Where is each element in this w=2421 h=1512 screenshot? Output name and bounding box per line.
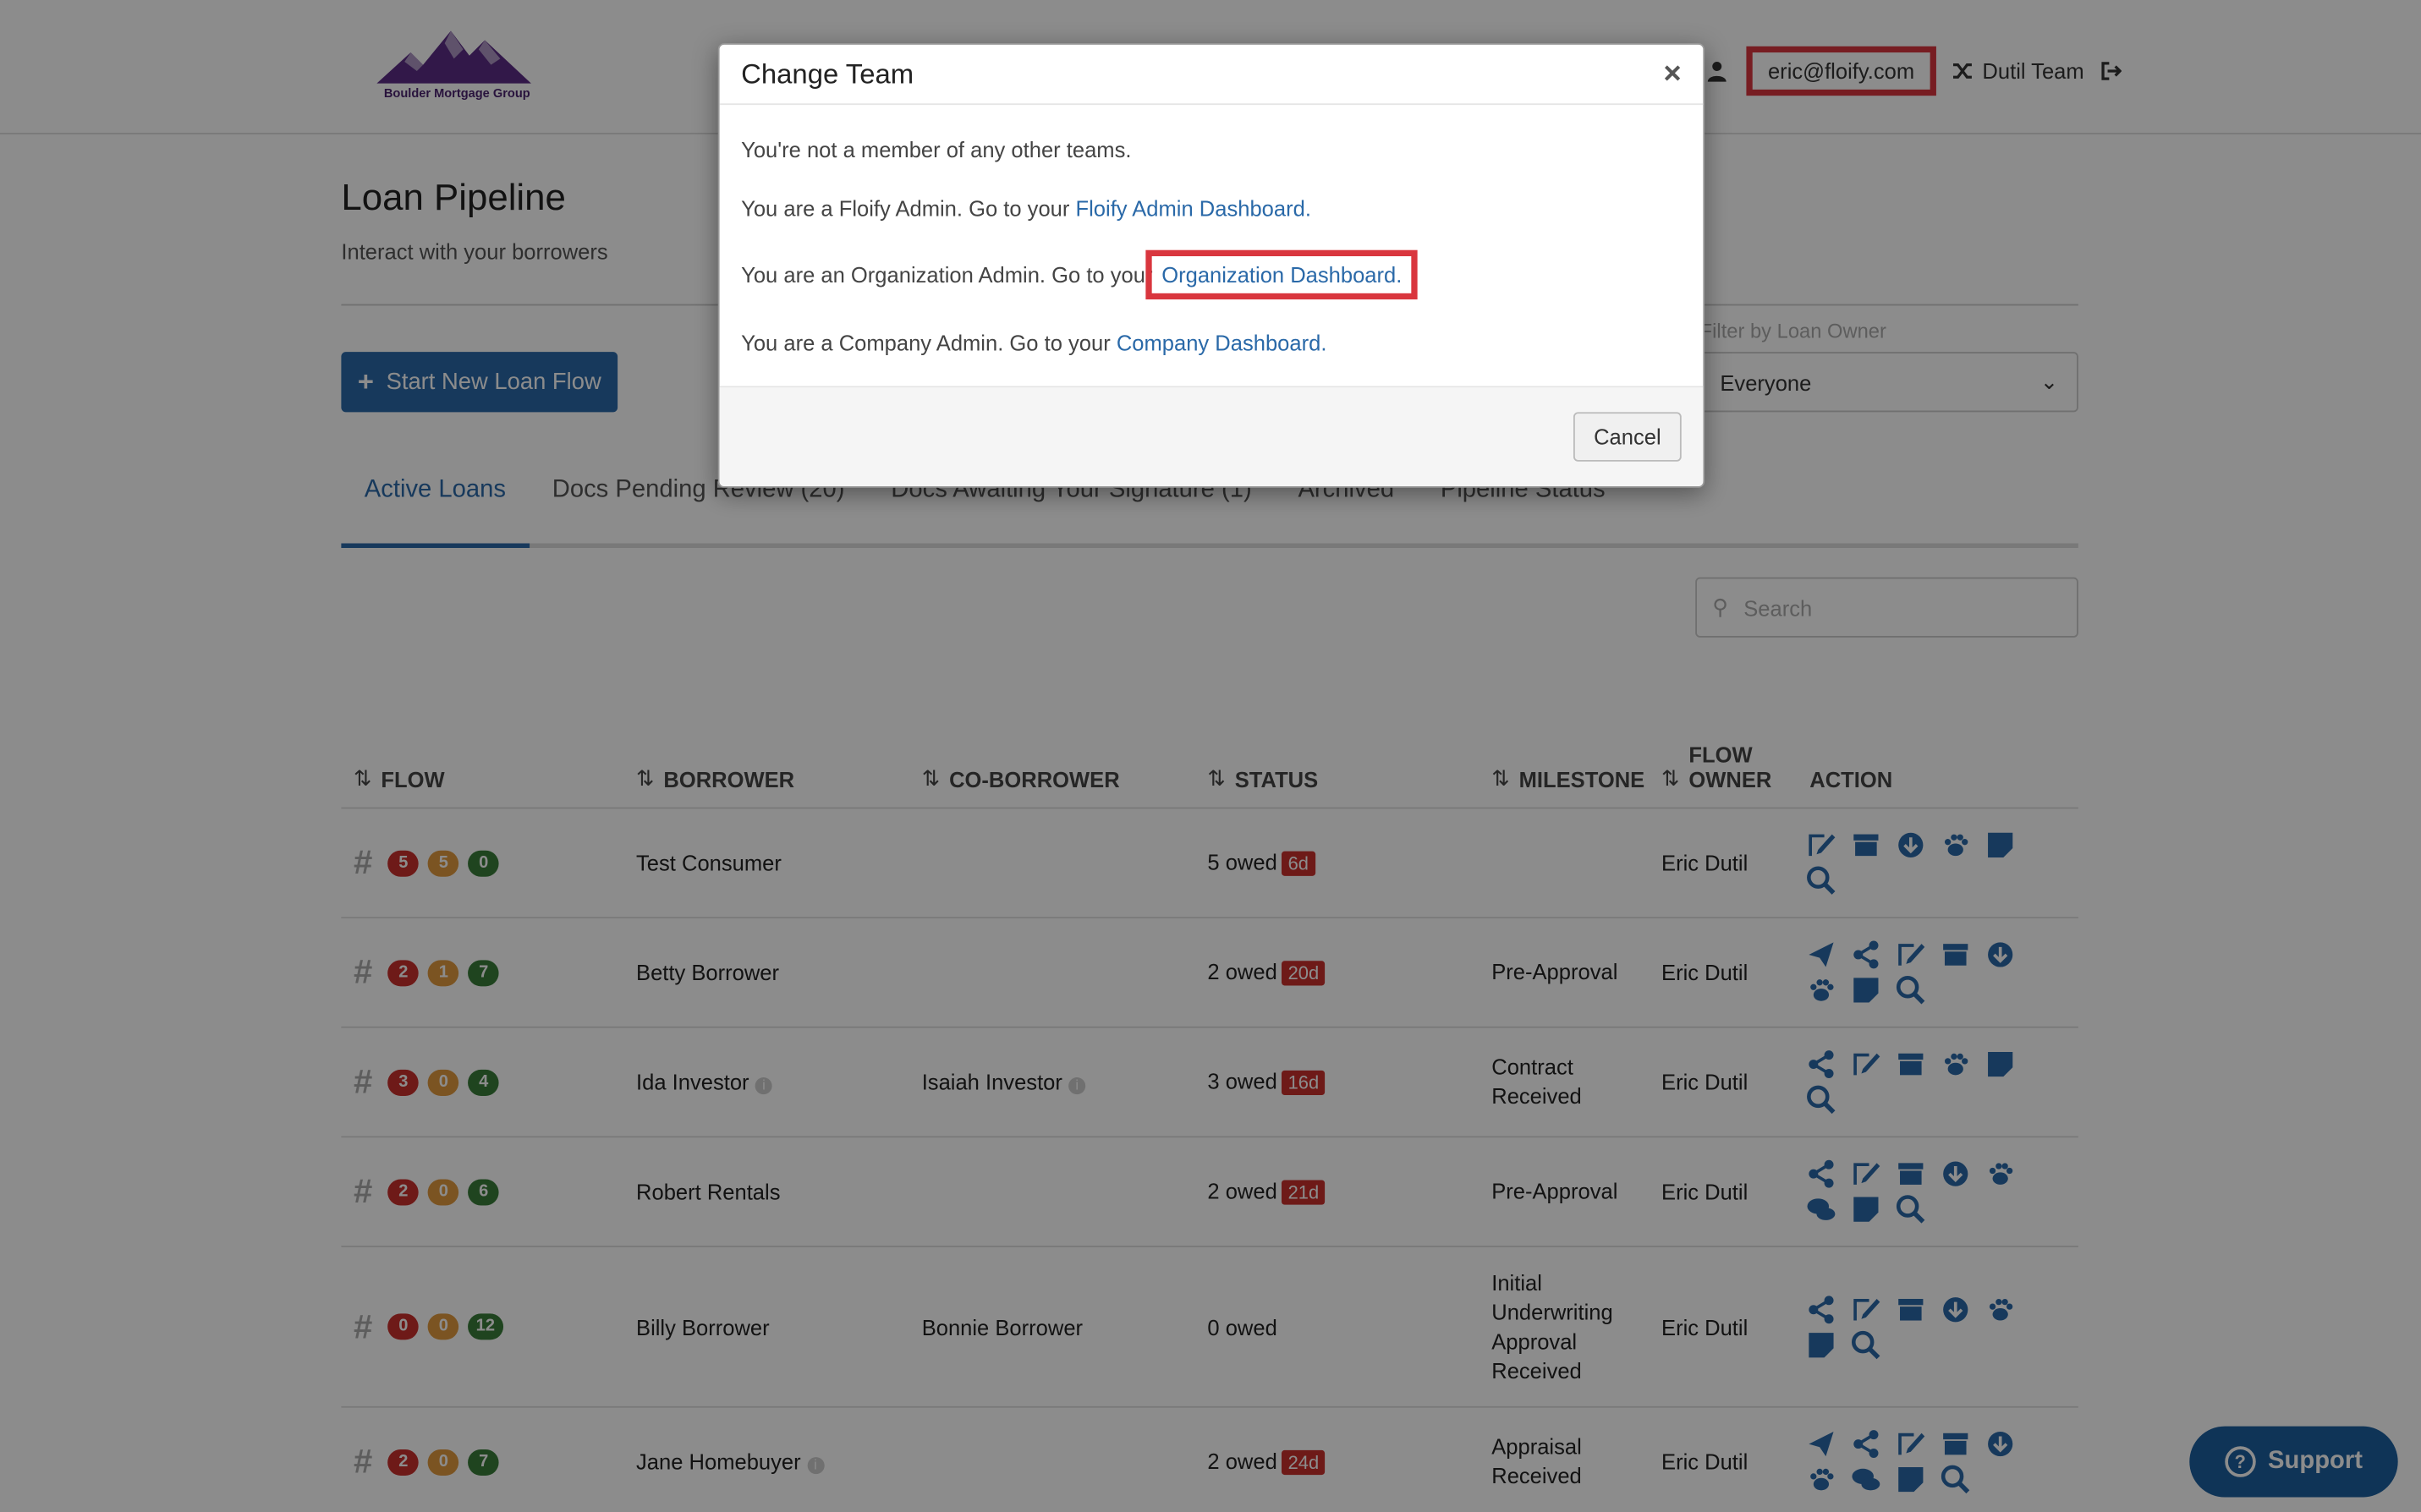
organization-dashboard-link[interactable]: Organization Dashboard bbox=[1161, 262, 1396, 287]
floify-admin-dashboard-link[interactable]: Floify Admin Dashboard bbox=[1076, 196, 1305, 221]
org-admin-line: You are an Organization Admin. Go to you… bbox=[741, 249, 1418, 300]
company-dashboard-link[interactable]: Company Dashboard bbox=[1117, 331, 1320, 355]
no-other-teams-text: You're not a member of any other teams. bbox=[741, 137, 1132, 162]
company-admin-line: You are a Company Admin. Go to your Comp… bbox=[741, 331, 1326, 355]
floify-admin-text: You are a Floify Admin. Go to your bbox=[741, 195, 1076, 222]
modal-footer: Cancel bbox=[719, 386, 1704, 486]
floify-admin-line: You are a Floify Admin. Go to your Floif… bbox=[741, 196, 1311, 221]
org-admin-text: You are an Organization Admin. Go to you… bbox=[741, 262, 1159, 288]
modal-body: You're not a member of any other teams. … bbox=[720, 105, 1704, 387]
period: . bbox=[1320, 330, 1327, 355]
modal-title: Change Team bbox=[741, 58, 914, 90]
company-admin-text: You are a Company Admin. Go to your bbox=[741, 330, 1117, 355]
modal-header: Change Team × bbox=[719, 45, 1704, 106]
period: . bbox=[1396, 262, 1403, 288]
cancel-button[interactable]: Cancel bbox=[1573, 412, 1682, 462]
period: . bbox=[1304, 195, 1311, 222]
change-team-modal: Change Team × You're not a member of any… bbox=[717, 43, 1705, 488]
org-dashboard-highlight: Organization Dashboard. bbox=[1145, 249, 1418, 300]
close-icon[interactable]: × bbox=[1663, 58, 1681, 93]
